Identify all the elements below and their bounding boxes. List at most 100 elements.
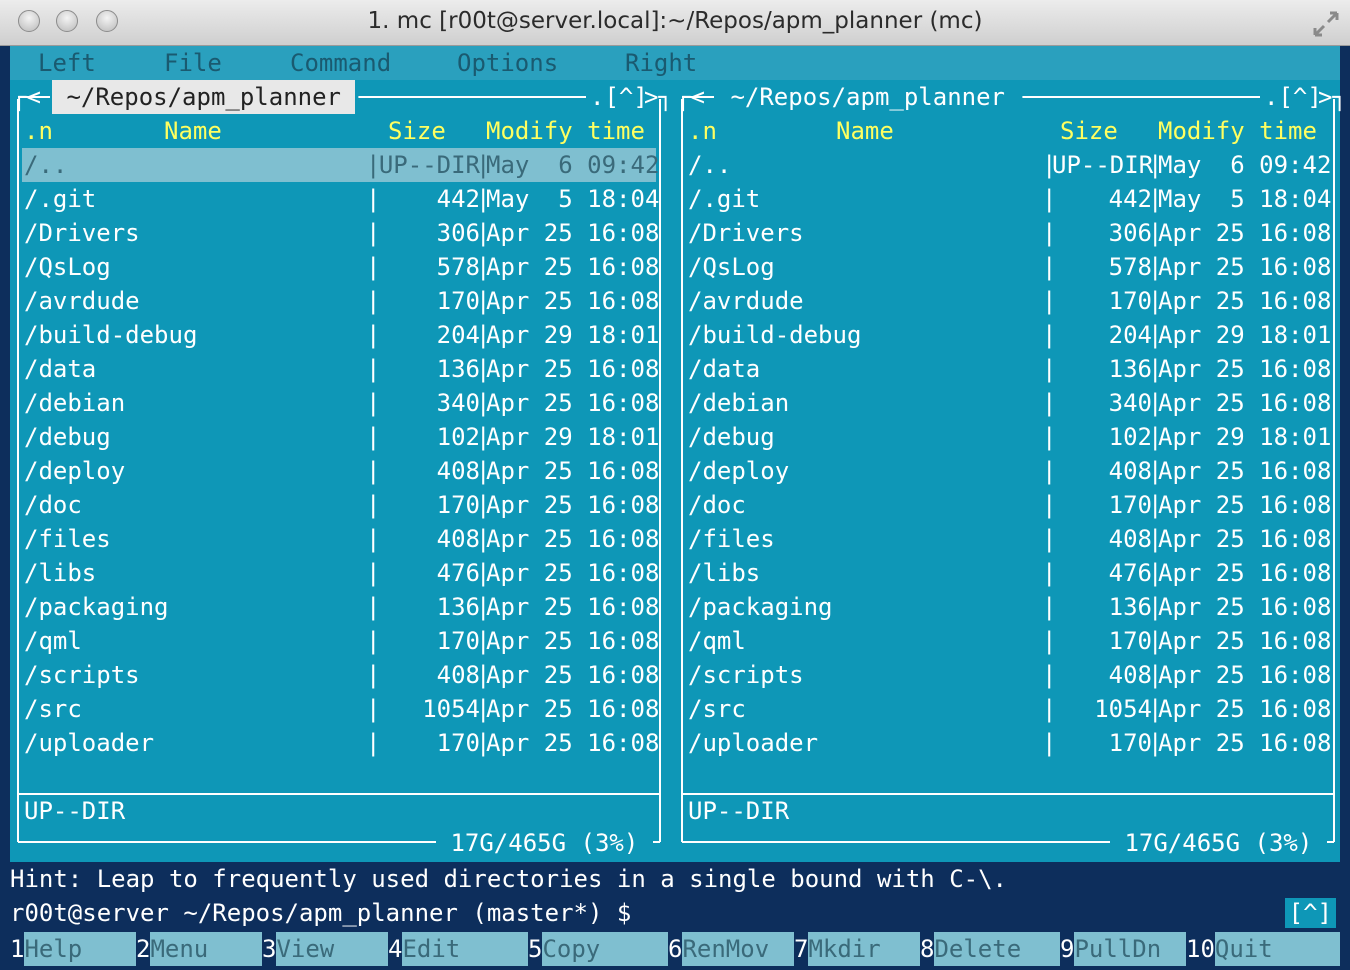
column-separator: | — [366, 491, 381, 519]
file-name[interactable]: /.git — [688, 182, 760, 216]
fkey-pulldn[interactable]: 9PullDn — [1060, 932, 1187, 966]
column-sort-left[interactable]: .n — [24, 114, 53, 148]
file-name[interactable]: /doc — [24, 488, 82, 522]
menu-options[interactable]: Options — [457, 46, 558, 80]
file-name[interactable]: /src — [24, 692, 82, 726]
column-separator: | — [1042, 321, 1057, 349]
column-separator: | — [366, 253, 381, 281]
file-size: 442 — [436, 185, 480, 213]
column-separator: | — [1148, 185, 1163, 213]
file-name[interactable]: /build-debug — [24, 318, 197, 352]
column-separator: | — [1042, 593, 1057, 621]
panel-path-right[interactable]: ~/Repos/apm_planner — [716, 80, 1019, 114]
column-size-left[interactable]: Size — [388, 114, 446, 148]
file-name[interactable]: /packaging — [688, 590, 833, 624]
file-name[interactable]: /scripts — [688, 658, 804, 692]
window-title: 1. mc [r00t@server.local]:~/Repos/apm_pl… — [367, 8, 983, 34]
file-name[interactable]: /QsLog — [688, 250, 775, 284]
fkey-menu[interactable]: 2Menu — [136, 932, 263, 966]
column-size-right[interactable]: Size — [1060, 114, 1118, 148]
column-mtime-left[interactable]: Modify time — [486, 114, 645, 148]
file-name[interactable]: /libs — [688, 556, 760, 590]
file-name[interactable]: /Drivers — [688, 216, 804, 250]
file-size: 408 — [1108, 661, 1152, 689]
fkey-label: Edit — [402, 932, 529, 966]
file-name[interactable]: /debian — [688, 386, 789, 420]
panel-scroll-right[interactable]: .[^] — [1264, 80, 1322, 114]
fkey-copy[interactable]: 5Copy — [528, 932, 669, 966]
file-name[interactable]: /deploy — [24, 454, 125, 488]
file-name[interactable]: /build-debug — [688, 318, 861, 352]
column-separator: | — [476, 185, 491, 213]
column-separator: | — [476, 729, 491, 757]
shell-prompt[interactable]: r00t@server ~/Repos/apm_planner (master*… — [10, 896, 631, 930]
column-separator: | — [1042, 423, 1057, 451]
file-size: 408 — [436, 457, 480, 485]
file-name[interactable]: /src — [688, 692, 746, 726]
file-name[interactable]: /scripts — [24, 658, 140, 692]
column-separator: | — [1042, 661, 1057, 689]
terminal-area[interactable]: Left File Command Options Right ~/Repos/… — [10, 46, 1347, 970]
fkey-renmov[interactable]: 6RenMov — [668, 932, 795, 966]
fkey-number: 8 — [920, 935, 935, 963]
fkey-label: Mkdir — [808, 932, 921, 966]
menu-left[interactable]: Left — [38, 46, 96, 80]
fkey-edit[interactable]: 4Edit — [388, 932, 529, 966]
file-name[interactable]: /packaging — [24, 590, 169, 624]
file-name[interactable]: /doc — [688, 488, 746, 522]
panel-path-left[interactable]: ~/Repos/apm_planner — [52, 80, 356, 114]
file-name[interactable]: /libs — [24, 556, 96, 590]
file-name[interactable]: /files — [24, 522, 111, 556]
fkey-number: 10 — [1186, 935, 1215, 963]
menu-file[interactable]: File — [164, 46, 222, 80]
file-name[interactable]: /debug — [688, 420, 775, 454]
file-name[interactable]: /avrdude — [688, 284, 804, 318]
file-name[interactable]: /QsLog — [24, 250, 111, 284]
column-separator: | — [366, 627, 381, 655]
column-sort-right[interactable]: .n — [688, 114, 717, 148]
file-size: 136 — [1108, 593, 1152, 621]
fkey-help[interactable]: 1Help — [10, 932, 137, 966]
file-mtime: Apr 25 16:08 — [486, 491, 660, 519]
menu-command[interactable]: Command — [290, 46, 391, 80]
file-name[interactable]: /.. — [24, 148, 67, 182]
hint-line: Hint: Leap to frequently used directorie… — [10, 865, 1007, 893]
file-name[interactable]: /debug — [24, 420, 111, 454]
fkey-label: PullDn — [1074, 932, 1187, 966]
column-mtime-right[interactable]: Modify time — [1158, 114, 1317, 148]
fkey-delete[interactable]: 8Delete — [920, 932, 1061, 966]
file-name[interactable]: /data — [688, 352, 760, 386]
column-name-right[interactable]: Name — [836, 114, 894, 148]
file-mtime: May 5 18:04 — [486, 185, 660, 213]
file-mtime: Apr 29 18:01 — [1158, 423, 1332, 451]
file-mtime: Apr 25 16:08 — [1158, 525, 1332, 553]
file-size: 136 — [436, 593, 480, 621]
file-name[interactable]: /.git — [24, 182, 96, 216]
column-separator: | — [1148, 219, 1163, 247]
file-name[interactable]: /Drivers — [24, 216, 140, 250]
fkey-number: 5 — [528, 935, 543, 963]
file-size: 306 — [436, 219, 480, 247]
file-name[interactable]: /qml — [24, 624, 82, 658]
file-name[interactable]: /qml — [688, 624, 746, 658]
file-size: 136 — [1108, 355, 1152, 383]
file-name[interactable]: /uploader — [24, 726, 154, 760]
panel-scroll-left[interactable]: .[^] — [590, 80, 648, 114]
file-size: 408 — [436, 661, 480, 689]
file-name[interactable]: /debian — [24, 386, 125, 420]
fkey-mkdir[interactable]: 7Mkdir — [794, 932, 921, 966]
menu-right[interactable]: Right — [625, 46, 697, 80]
file-mtime: Apr 25 16:08 — [486, 593, 660, 621]
file-name[interactable]: /deploy — [688, 454, 789, 488]
file-name[interactable]: /data — [24, 352, 96, 386]
fullscreen-icon[interactable] — [1312, 10, 1340, 38]
column-name-left[interactable]: Name — [164, 114, 222, 148]
file-name[interactable]: /uploader — [688, 726, 818, 760]
file-mtime: Apr 25 16:08 — [486, 457, 660, 485]
fkey-view[interactable]: 3View — [262, 932, 389, 966]
file-name[interactable]: /.. — [688, 148, 731, 182]
column-separator: | — [1148, 355, 1163, 383]
file-name[interactable]: /files — [688, 522, 775, 556]
fkey-quit[interactable]: 10Quit — [1186, 932, 1341, 966]
file-name[interactable]: /avrdude — [24, 284, 140, 318]
